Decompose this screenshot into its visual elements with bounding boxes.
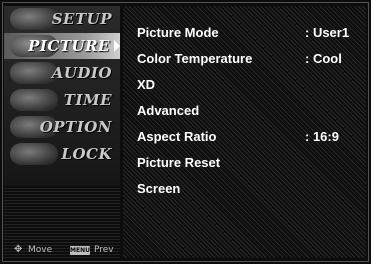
sidebar-item-label: OPTION — [39, 118, 112, 136]
menu-row-advanced[interactable]: Advanced — [137, 101, 362, 121]
picture-settings-panel: Picture Mode : User1 Color Temperature :… — [123, 6, 366, 258]
menu-row-color-temperature[interactable]: Color Temperature : Cool — [137, 49, 362, 69]
menu-row-label: Screen — [137, 181, 181, 196]
sidebar-item-label: PICTURE — [28, 37, 110, 55]
sidebar-item-lock[interactable]: LOCK — [4, 141, 120, 167]
tv-osd-menu: SETUP PICTURE AUDIO TIME OPTION LOCK ✥ M… — [0, 0, 371, 264]
sidebar-item-time[interactable]: TIME — [4, 87, 120, 113]
sidebar-item-label: TIME — [63, 91, 112, 109]
menu-row-value: : User1 — [305, 25, 350, 40]
prev-label: Prev — [94, 245, 114, 255]
menu-row-label: Picture Reset — [137, 155, 221, 170]
menu-row-label: Advanced — [137, 103, 200, 118]
menu-row-value: : Cool — [305, 51, 342, 66]
sidebar-item-picture[interactable]: PICTURE — [4, 33, 120, 59]
menu-row-label: Aspect Ratio — [137, 129, 217, 144]
menu-row-label: Picture Mode — [137, 25, 219, 40]
menu-row-value: : 16:9 — [305, 129, 339, 144]
menu-row-screen[interactable]: Screen — [137, 179, 362, 199]
menu-row-picture-mode[interactable]: Picture Mode : User1 — [137, 23, 362, 43]
sidebar-item-audio[interactable]: AUDIO — [4, 60, 120, 86]
navigation-hint: ✥ Move MENU Prev — [14, 244, 124, 258]
menu-key-icon: MENU — [70, 246, 90, 255]
lock-icon — [10, 143, 58, 165]
sidebar-item-label: AUDIO — [51, 64, 112, 82]
move-label: Move — [28, 245, 53, 255]
menu-row-aspect-ratio[interactable]: Aspect Ratio : 16:9 — [137, 127, 362, 147]
selected-arrow-icon — [114, 40, 120, 52]
sidebar-item-setup[interactable]: SETUP — [4, 6, 120, 32]
menu-row-picture-reset[interactable]: Picture Reset — [137, 153, 362, 173]
move-icon: ✥ — [14, 244, 23, 255]
sidebar-item-label: SETUP — [51, 10, 112, 28]
menu-row-label: Color Temperature — [137, 51, 253, 66]
menu-row-label: XD — [137, 77, 156, 92]
sidebar-item-label: LOCK — [61, 145, 112, 163]
sidebar: SETUP PICTURE AUDIO TIME OPTION LOCK ✥ M… — [4, 6, 120, 258]
time-icon — [10, 89, 58, 111]
sidebar-tabs: SETUP PICTURE AUDIO TIME OPTION LOCK — [4, 6, 120, 186]
sidebar-item-option[interactable]: OPTION — [4, 114, 120, 140]
menu-row-xd[interactable]: XD — [137, 75, 362, 95]
